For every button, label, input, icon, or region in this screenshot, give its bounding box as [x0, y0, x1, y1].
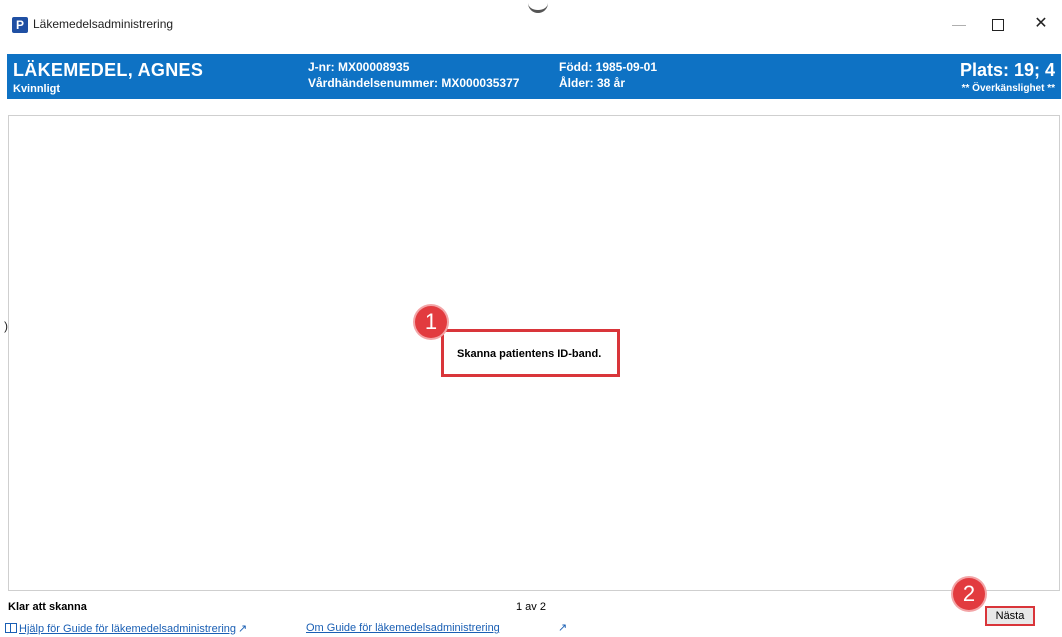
minimize-button[interactable]: — — [944, 12, 974, 36]
callout-badge-1: 1 — [415, 306, 447, 338]
status-text: Klar att skanna — [8, 601, 87, 613]
patient-gender: Kvinnligt — [13, 83, 61, 95]
left-edge-glyph: ) — [4, 319, 8, 333]
scan-instruction: Skanna patientens ID-band. — [457, 348, 602, 360]
patient-age: Ålder: 38 år — [559, 76, 626, 90]
window-title: Läkemedelsadministrering — [33, 17, 174, 31]
allergy-flag: ** Överkänslighet ** — [961, 83, 1055, 94]
close-button[interactable]: ✕ — [1026, 12, 1056, 36]
book-icon — [5, 623, 17, 633]
maximize-icon — [992, 19, 1004, 32]
loading-spinner-icon — [528, 0, 548, 13]
about-link[interactable]: Om Guide för läkemedelsadministrering — [306, 622, 500, 634]
patient-name: LÄKEMEDEL, AGNES — [13, 60, 204, 80]
patient-banner: LÄKEMEDEL, AGNES Kvinnligt J-nr: MX00008… — [7, 54, 1061, 99]
journal-number: J-nr: MX00008935 — [308, 60, 410, 74]
external-link-icon[interactable]: ↗ — [238, 622, 247, 635]
external-link-icon[interactable]: ↗ — [558, 621, 567, 634]
patient-place: Plats: 19; 4 — [959, 60, 1055, 80]
callout-badge-2: 2 — [953, 578, 985, 610]
next-button[interactable]: Nästa — [985, 606, 1035, 626]
app-logo-icon: P — [12, 17, 28, 33]
care-event-number: Vårdhändelsenummer: MX000035377 — [308, 76, 520, 90]
title-bar: P Läkemedelsadministrering — ✕ — [0, 0, 1062, 48]
birth-date: Född: 1985-09-01 — [559, 60, 658, 74]
maximize-button[interactable] — [983, 12, 1013, 36]
help-link[interactable]: Hjälp för Guide för läkemedelsadministre… — [19, 623, 236, 635]
help-link-row: Hjälp för Guide för läkemedelsadministre… — [5, 622, 247, 635]
page-indicator: 1 av 2 — [516, 601, 546, 613]
app-window: P Läkemedelsadministrering — ✕ LÄKEMEDEL… — [0, 0, 1062, 637]
